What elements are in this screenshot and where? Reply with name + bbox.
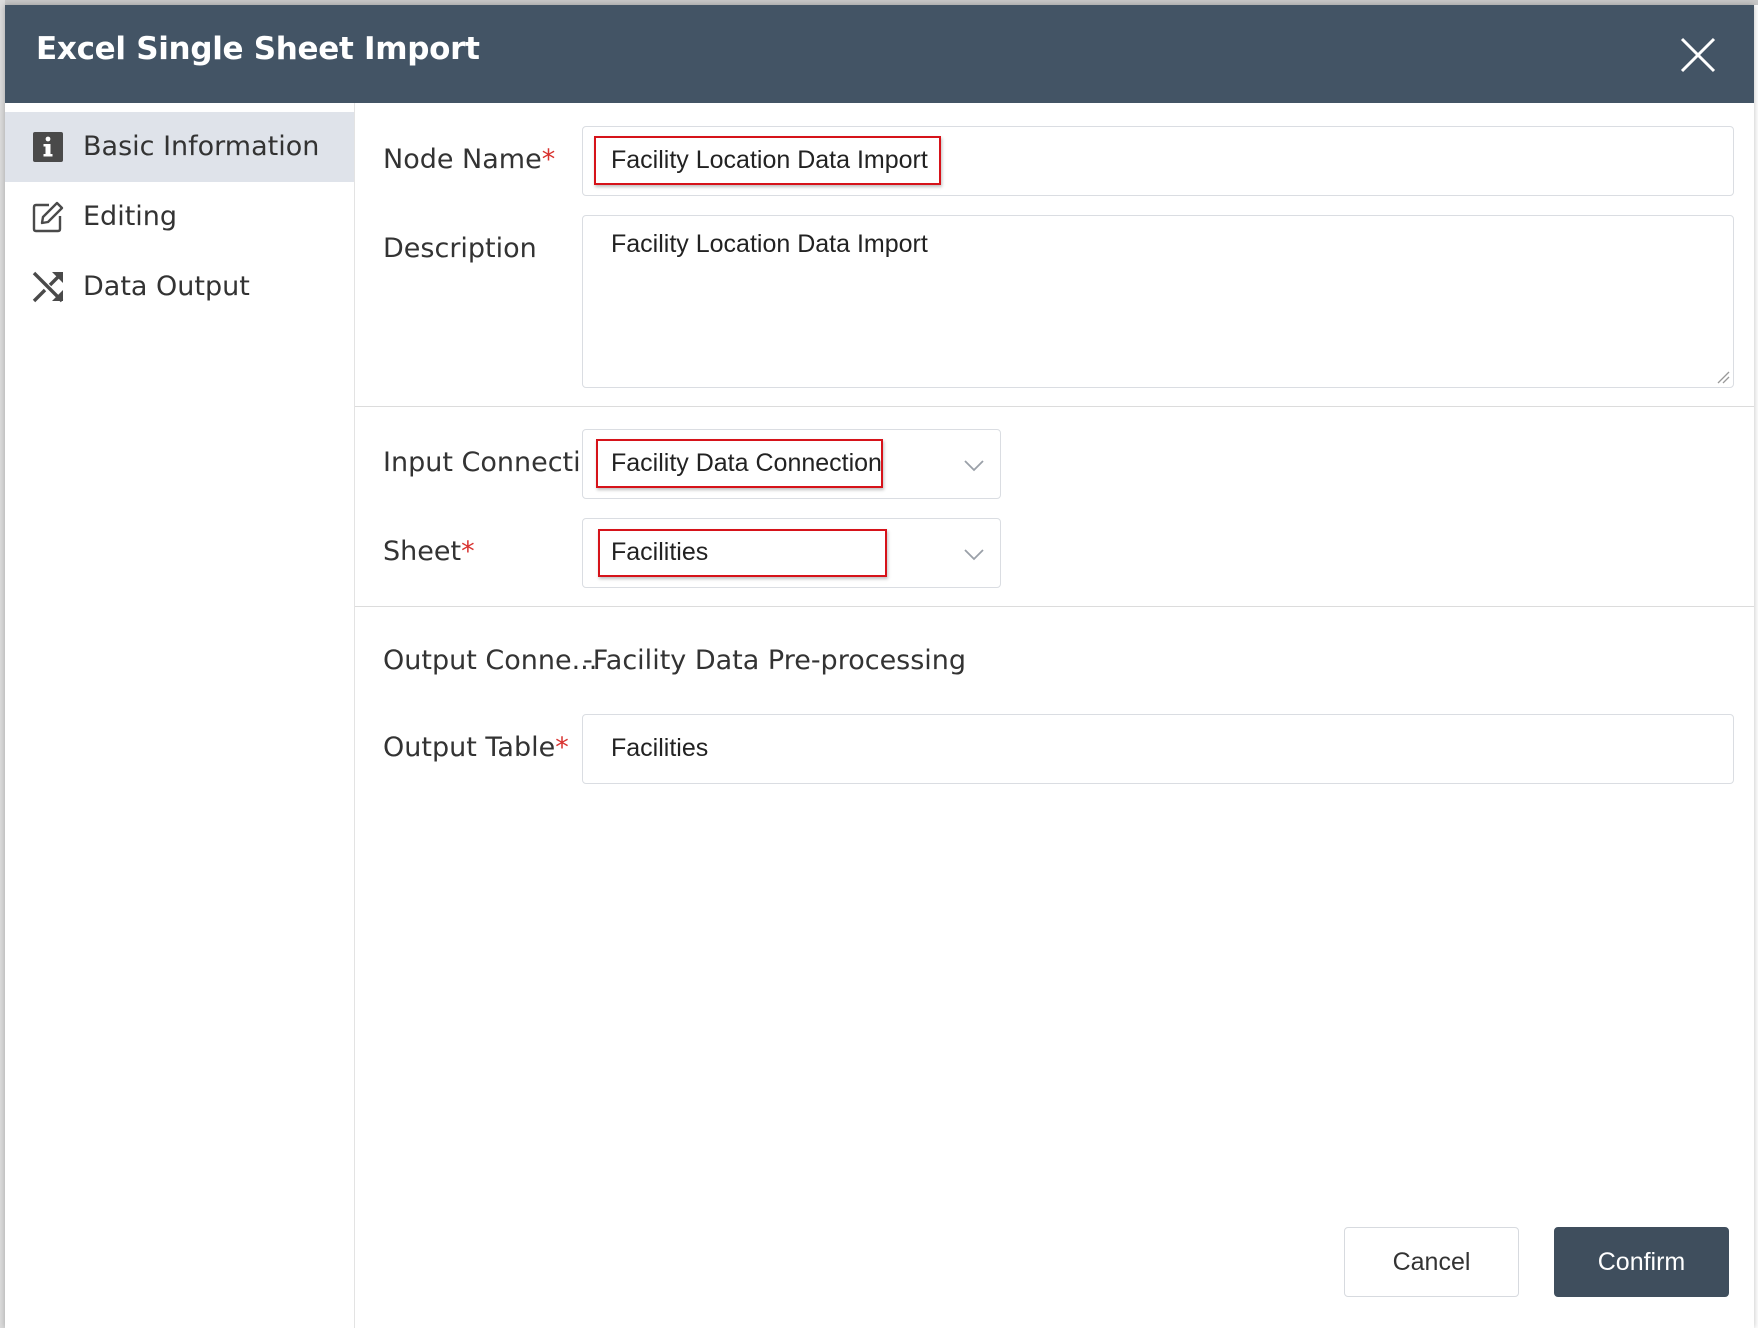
sheet-label-text: Sheet xyxy=(383,536,462,567)
resize-handle-icon[interactable] xyxy=(1716,370,1730,384)
sheet-value: Facilities xyxy=(611,538,709,566)
node-name-label-text: Node Name xyxy=(383,144,542,175)
sheet-select[interactable]: Facilities xyxy=(582,518,1001,588)
sidebar-item-label: Editing xyxy=(83,201,178,232)
section-divider xyxy=(355,406,1754,407)
sheet-label: Sheet* xyxy=(383,536,475,567)
form-content: Node Name* Facility Location Data Import… xyxy=(355,103,1754,1328)
input-connection-value: Facility Data Connection xyxy=(611,449,882,477)
dialog-header: Excel Single Sheet Import xyxy=(5,5,1754,103)
shuffle-icon xyxy=(32,271,64,303)
sidebar-item-basic-information[interactable]: Basic Information xyxy=(5,112,354,182)
description-value: Facility Location Data Import xyxy=(611,230,928,258)
sidebar-item-data-output[interactable]: Data Output xyxy=(5,252,354,322)
node-name-value: Facility Location Data Import xyxy=(611,146,928,174)
sidebar: Basic Information Editing Data Output xyxy=(5,103,355,1328)
output-connection-value: -Facility Data Pre-processing xyxy=(583,645,967,676)
info-icon xyxy=(32,131,64,163)
close-icon[interactable] xyxy=(1677,34,1719,76)
chevron-down-icon xyxy=(964,460,984,472)
sidebar-item-label: Basic Information xyxy=(83,131,320,162)
description-textarea[interactable]: Facility Location Data Import xyxy=(582,215,1734,388)
output-table-label-text: Output Table xyxy=(383,732,556,763)
chevron-down-icon xyxy=(964,549,984,561)
sidebar-item-editing[interactable]: Editing xyxy=(5,182,354,252)
required-mark: * xyxy=(541,144,556,175)
dialog-title: Excel Single Sheet Import xyxy=(36,31,480,67)
description-label: Description xyxy=(383,233,537,264)
output-table-value: Facilities xyxy=(611,734,709,762)
node-name-input[interactable]: Facility Location Data Import xyxy=(582,126,1734,196)
output-table-input[interactable]: Facilities xyxy=(582,714,1734,784)
output-connection-label: Output Conne... xyxy=(383,645,598,676)
required-mark: * xyxy=(461,536,475,567)
output-table-label: Output Table* xyxy=(383,732,569,763)
node-name-label: Node Name* xyxy=(383,144,555,175)
edit-icon xyxy=(32,201,64,233)
confirm-button[interactable]: Confirm xyxy=(1554,1227,1729,1297)
input-connection-select[interactable]: Facility Data Connection xyxy=(582,429,1001,499)
cancel-button[interactable]: Cancel xyxy=(1344,1227,1519,1297)
input-connection-label: Input Connecti... xyxy=(383,447,607,478)
import-dialog: Excel Single Sheet Import Basic Informat… xyxy=(5,5,1754,1328)
required-mark: * xyxy=(555,732,569,763)
sidebar-item-label: Data Output xyxy=(83,271,250,302)
section-divider xyxy=(355,606,1754,607)
